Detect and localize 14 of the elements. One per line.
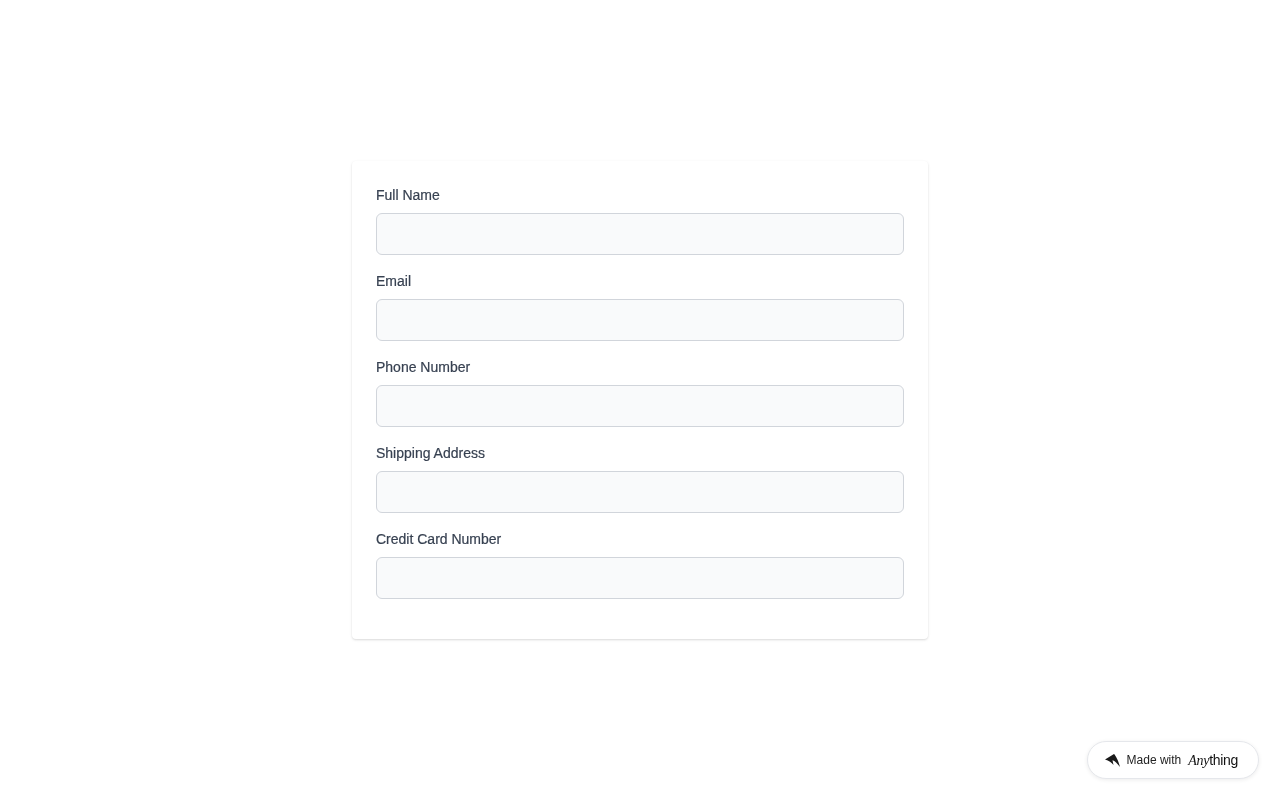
- input-field[interactable]: [376, 557, 904, 599]
- input-field[interactable]: [376, 213, 904, 255]
- field-label: Shipping Address: [376, 444, 485, 463]
- field-label: Full Name: [376, 186, 440, 205]
- field-label: Credit Card Number: [376, 530, 502, 549]
- badge-text: Made with: [1126, 753, 1182, 767]
- logo-icon: [1104, 753, 1120, 767]
- brand-wordmark: Anything: [1188, 751, 1238, 769]
- input-field[interactable]: [376, 385, 904, 427]
- field-label: Email: [376, 272, 411, 291]
- field-label: Phone Number: [376, 358, 471, 377]
- input-field[interactable]: [376, 299, 904, 341]
- made-with-badge[interactable]: Made with Anything: [1086, 741, 1259, 779]
- input-field[interactable]: [376, 471, 904, 513]
